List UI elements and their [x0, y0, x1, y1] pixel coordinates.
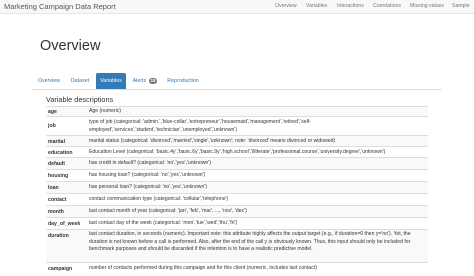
- nav-link-sample[interactable]: Sample: [452, 3, 470, 9]
- variable-name: day_of_week: [48, 221, 81, 227]
- variable-description: has personal loan? (categorical: 'no','y…: [89, 184, 207, 190]
- table-row: campaign number of contacts performed du…: [46, 262, 428, 275]
- variable-description: contact communication type (categorical:…: [89, 196, 229, 202]
- variable-name: marital: [48, 139, 66, 145]
- tab-dataset[interactable]: Dataset: [68, 73, 92, 89]
- top-navbar: Marketing Campaign Data Report Overview …: [0, 0, 474, 14]
- nav-link-overview[interactable]: Overview: [275, 3, 297, 9]
- variable-name: duration: [48, 233, 69, 239]
- tab-alerts[interactable]: Alerts 18: [130, 73, 160, 89]
- variable-description: last contact duration, in seconds (numer…: [89, 231, 411, 253]
- table-row: job type of job (categorical: 'admin.','…: [46, 116, 428, 136]
- nav-link-correlations[interactable]: Correlations: [373, 3, 401, 9]
- variable-description: Age (numeric): [89, 108, 121, 114]
- variable-description: number of contacts performed during this…: [89, 265, 317, 271]
- page-title: Overview: [40, 38, 101, 54]
- table-row: duration last contact duration, in secon…: [46, 229, 428, 263]
- tab-reproduction[interactable]: Reproduction: [165, 73, 201, 89]
- nav-link-variables[interactable]: Variables: [306, 3, 327, 9]
- variable-name: default: [48, 161, 66, 167]
- nav-link-interactions[interactable]: Interactions: [337, 3, 364, 9]
- variable-name: campaign: [48, 266, 73, 272]
- variable-description: Education Level (categorical: 'basic.4y'…: [89, 149, 386, 155]
- variable-name: contact: [48, 197, 67, 203]
- variable-description: marital status (categorical: 'divorced',…: [89, 138, 336, 144]
- section-tabs: Overview Dataset Variables Alerts 18 Rep…: [32, 73, 442, 90]
- tab-overview[interactable]: Overview: [36, 73, 62, 89]
- alerts-count-badge: 18: [148, 77, 158, 84]
- variable-description: last contact month of year (categorical:…: [89, 208, 247, 214]
- tab-alerts-label: Alerts: [132, 78, 147, 84]
- variable-description: has credit in default? (categorical: 'no…: [89, 160, 211, 166]
- variable-description: last contact day of the week (categorica…: [89, 220, 238, 226]
- variable-description: has housing loan? (categorical: 'no','ye…: [89, 172, 206, 178]
- variable-name: month: [48, 209, 64, 215]
- variable-name: loan: [48, 185, 59, 191]
- variable-name: education: [48, 150, 73, 156]
- tab-variables[interactable]: Variables: [96, 73, 126, 89]
- variable-name: job: [48, 123, 56, 129]
- variable-name: housing: [48, 173, 69, 179]
- variable-name: age: [48, 109, 57, 115]
- variable-description: type of job (categorical: 'admin.','blue…: [89, 119, 311, 133]
- nav-links: Overview Variables Interactions Correlat…: [0, 0, 474, 13]
- nav-link-missing-values[interactable]: Missing values: [410, 3, 444, 9]
- variable-descriptions-heading: Variable descriptions: [46, 95, 114, 104]
